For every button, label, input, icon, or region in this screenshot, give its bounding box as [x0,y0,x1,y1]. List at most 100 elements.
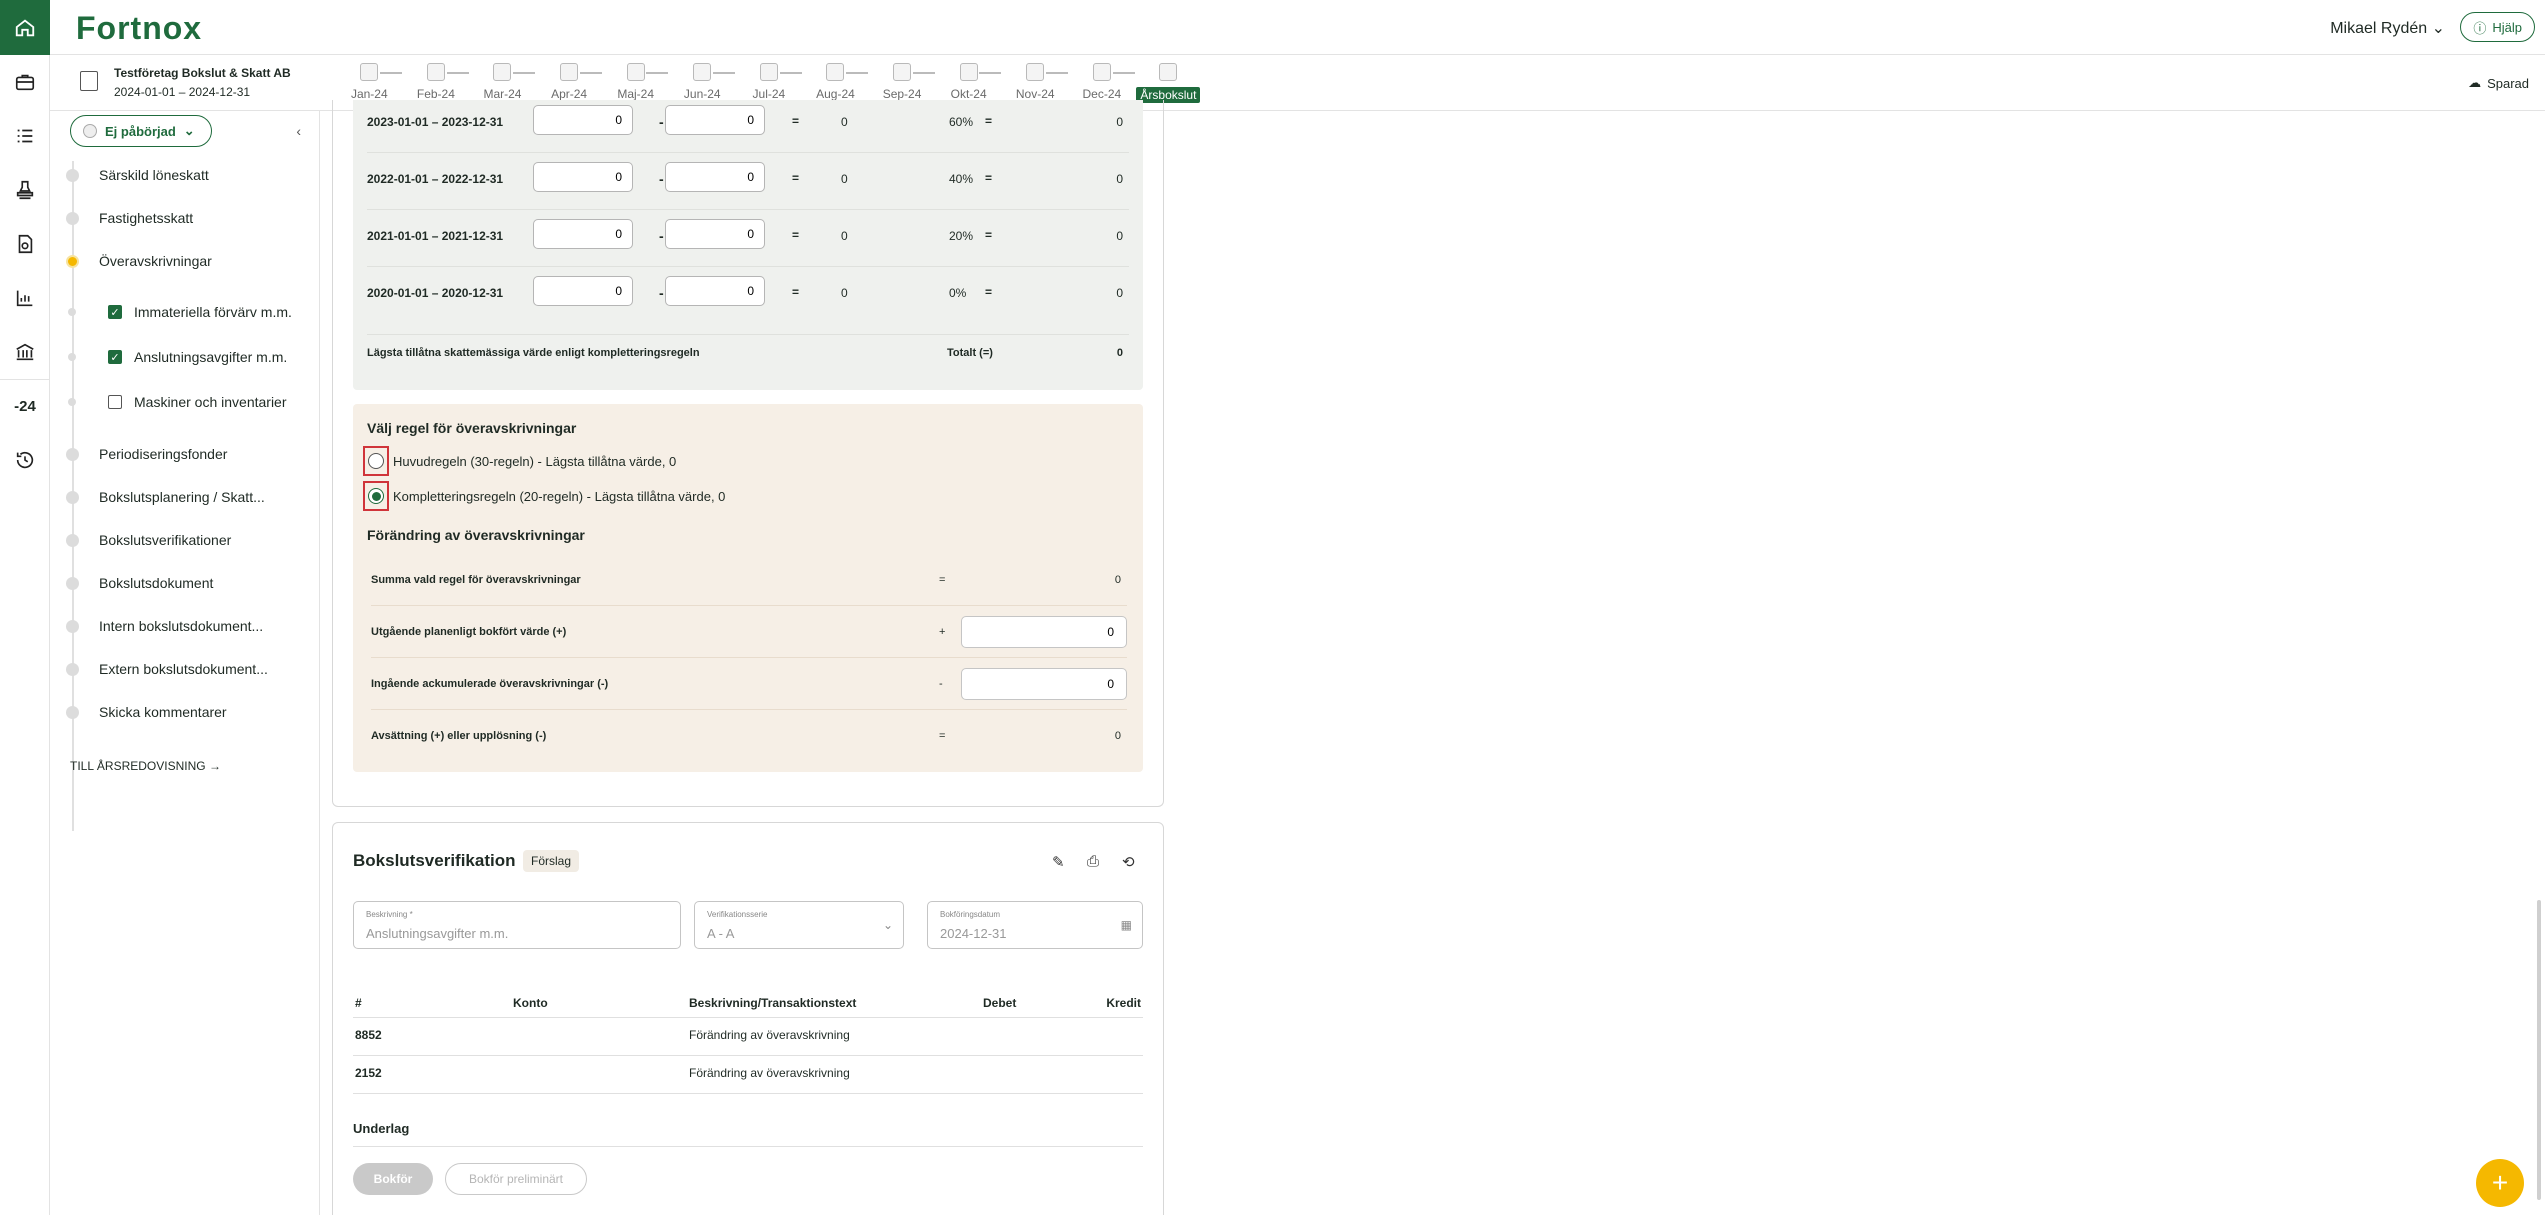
checkbox[interactable]: ✓ [108,350,122,364]
amount-input[interactable] [665,105,765,135]
booking-date-field[interactable]: Bokföringsdatum 2024-12-31 ▦ [927,901,1143,949]
change-row: Summa vald regel för överavskrivningar =… [371,554,1127,606]
table-header: # Konto Beskrivning/Transaktionstext Deb… [353,986,1143,1018]
icon-rail: -24 [0,0,50,1215]
home-icon[interactable] [0,0,50,55]
checklist-icon[interactable] [0,109,50,163]
amount-input[interactable] [533,162,633,192]
accumulated-input[interactable] [961,668,1127,700]
change-row: Ingående ackumulerade överavskrivningar … [371,658,1127,710]
chart-icon[interactable] [0,271,50,325]
month-item-arsbokslut[interactable]: Årsbokslut [1135,63,1202,103]
amount-input[interactable] [533,219,633,249]
sidebar-item-intern-dokument[interactable]: Intern bokslutsdokument... [66,618,263,634]
sidebar-item-bokslutsdokument[interactable]: Bokslutsdokument [66,575,213,591]
description-field[interactable]: Beskrivning * Anslutningsavgifter m.m. [353,901,681,949]
fortnox-logo[interactable]: Fortnox [76,10,202,47]
stamp-icon [1026,63,1045,81]
year-label[interactable]: -24 [0,379,50,433]
change-row: Utgående planenligt bokfört värde (+) + [371,606,1127,658]
sidebar-item-extern-dokument[interactable]: Extern bokslutsdokument... [66,661,268,677]
sidebar-subitem-immateriella[interactable]: ✓ Immateriella förvärv m.m. [66,304,292,320]
rule-title: Välj regel för överavskrivningar [367,420,577,436]
sidebar-item-skicka-kommentarer[interactable]: Skicka kommentarer [66,704,227,720]
sidebar-item-overavskrivningar[interactable]: Överavskrivningar [66,253,212,269]
stamp-icon [759,63,778,81]
table-row[interactable]: 2152 Förändring av överavskrivning [353,1056,1143,1094]
amount-input[interactable] [665,276,765,306]
status-icon [83,124,97,138]
briefcase-icon[interactable] [0,55,50,109]
collapse-sidebar-icon[interactable]: ‹ [296,123,301,139]
verification-title: Bokslutsverifikation [353,851,516,870]
radio-button[interactable] [368,453,384,469]
chevron-down-icon: ⌄ [183,123,195,138]
amount-input[interactable] [665,219,765,249]
series-select[interactable]: Verifikationsserie A - A ⌄ [694,901,904,949]
stamp-icon [493,63,512,81]
bank-icon[interactable] [0,325,50,379]
checkbox[interactable] [108,395,122,409]
stamp-icon[interactable] [0,163,50,217]
stamp-icon [893,63,912,81]
to-annual-report-link[interactable]: TILL ÅRSREDOVISNING → [70,759,221,773]
stamp-icon [959,63,978,81]
history-icon[interactable]: ⟲ [1122,853,1135,871]
stamp-icon [693,63,712,81]
sidebar-item-periodiseringsfonder[interactable]: Periodiseringsfonder [66,446,227,462]
table-row: 2022-01-01 – 2022-12-31 - = 0 40% = 0 [367,153,1129,210]
print-icon[interactable]: ⎙ [1087,853,1099,870]
rule-option-kompletteringsregeln[interactable]: Kompletteringsregeln (20-regeln) - Lägst… [363,481,725,511]
stamp-icon [626,63,645,81]
stamp-icon [360,63,379,81]
checkbox[interactable]: ✓ [108,305,122,319]
sidebar-item-bokslutsverifikationer[interactable]: Bokslutsverifikationer [66,532,231,548]
table-row: 2023-01-01 – 2023-12-31 - = 0 60% = 0 [367,96,1129,153]
change-title: Förändring av överavskrivningar [367,527,585,543]
stamp-icon [1092,63,1111,81]
sidebar-item-sarskild-loneskatt[interactable]: Särskild löneskatt [66,167,209,183]
company-period: 2024-01-01 – 2024-12-31 [114,85,251,99]
chevron-down-icon: ⌄ [882,918,893,932]
table-row: 2020-01-01 – 2020-12-31 - = 0 0% = 0 [367,267,1129,324]
cloud-icon: ☁ [2468,75,2482,90]
status-dropdown[interactable]: Ej påbörjad ⌄ [70,115,212,147]
planned-value-input[interactable] [961,616,1127,648]
history-icon[interactable] [0,433,50,487]
total-row: Lägsta tillåtna skattemässiga värde enli… [367,334,1129,390]
status-badge: Förslag [523,850,580,872]
table-row: 2021-01-01 – 2021-12-31 - = 0 20% = 0 [367,210,1129,267]
stamp-icon [426,63,445,81]
calculation-table: 2023-01-01 – 2023-12-31 - = 0 60% = 0 20… [353,100,1143,390]
verification-card: Bokslutsverifikation Förslag ✎ ⎙ ⟲ Beskr… [332,822,1164,1215]
help-icon: ⓘ [2473,20,2487,36]
rule-option-huvudregeln[interactable]: Huvudregeln (30-regeln) - Lägsta tillåtn… [363,446,676,476]
book-button[interactable]: Bokför [353,1163,433,1195]
sidebar-subitem-anslutningsavgifter[interactable]: ✓ Anslutningsavgifter m.m. [66,349,287,365]
chevron-down-icon: ⌄ [2431,20,2445,37]
stamp-icon [560,63,579,81]
scrollbar[interactable] [2537,900,2541,1200]
amount-input[interactable] [533,276,633,306]
underlag-heading: Underlag [353,1113,1143,1147]
arrow-right-icon: → [208,759,221,773]
overavskrivningar-card: 2023-01-01 – 2023-12-31 - = 0 60% = 0 20… [332,100,1164,807]
sidebar-subitem-maskiner[interactable]: Maskiner och inventarier [66,394,287,410]
sidebar-item-fastighetsskatt[interactable]: Fastighetsskatt [66,210,193,226]
book-preliminary-button[interactable]: Bokför preliminärt [445,1163,587,1195]
calendar-icon[interactable]: ▦ [1121,918,1132,932]
help-button[interactable]: ⓘ Hjälp [2460,12,2535,42]
stamp-icon [826,63,845,81]
sidebar-item-bokslutsplanering[interactable]: Bokslutsplanering / Skatt... [66,489,265,505]
radio-button[interactable] [368,488,384,504]
amount-input[interactable] [665,162,765,192]
plus-icon: + [2491,1167,2509,1198]
amount-input[interactable] [533,105,633,135]
add-button[interactable]: + [2476,1159,2524,1207]
saved-status: ☁ Sparad [2468,75,2529,91]
document-icon[interactable] [0,217,50,271]
user-menu[interactable]: Mikael Rydén ⌄ [2330,18,2445,38]
top-bar: Fortnox Mikael Rydén ⌄ ⓘ Hjälp [50,0,2545,55]
edit-icon[interactable]: ✎ [1052,853,1065,871]
table-row[interactable]: 8852 Förändring av överavskrivning [353,1018,1143,1056]
